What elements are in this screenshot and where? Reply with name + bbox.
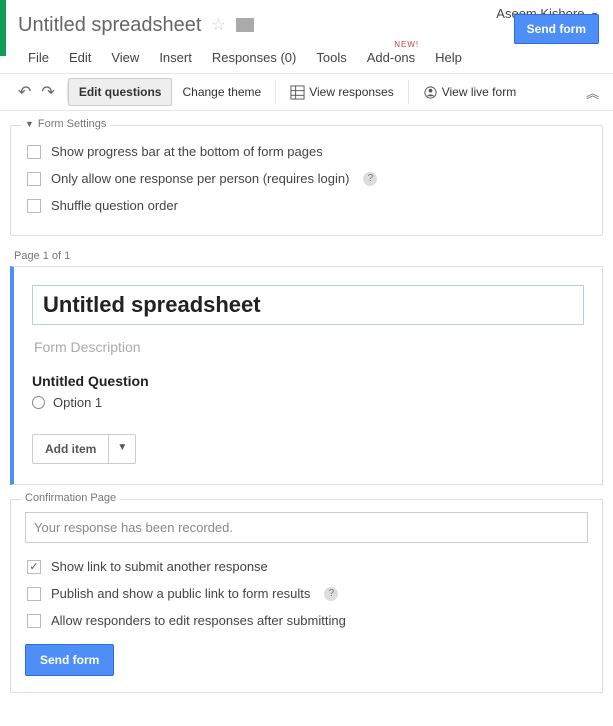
form-settings-label[interactable]: ▼ Form Settings <box>21 118 110 130</box>
page-label: Page 1 of 1 <box>10 250 603 262</box>
toolbar: ↶ ↷ Edit questions Change theme View res… <box>0 73 613 111</box>
caret-down-icon: ▼ <box>25 119 34 129</box>
add-item-button[interactable]: Add item ▼ <box>32 434 136 464</box>
collapse-toolbar-icon[interactable]: ︽ <box>586 83 599 102</box>
view-live-form-label: View live form <box>442 85 516 99</box>
show-link-label: Show link to submit another response <box>51 559 268 574</box>
send-form-button-top[interactable]: Send form <box>514 14 599 44</box>
allow-edit-label: Allow responders to edit responses after… <box>51 613 346 628</box>
confirmation-label: Confirmation Page <box>21 492 120 504</box>
menu-bar: File Edit View Insert Responses (0) Tool… <box>18 44 599 73</box>
publish-checkbox[interactable] <box>27 587 41 601</box>
radio-icon <box>32 396 45 409</box>
edit-questions-button[interactable]: Edit questions <box>68 78 173 106</box>
allow-edit-checkbox[interactable] <box>27 614 41 628</box>
globe-person-icon <box>423 85 438 100</box>
publish-label: Publish and show a public link to form r… <box>51 586 310 601</box>
change-theme-button[interactable]: Change theme <box>172 79 271 105</box>
folder-icon[interactable] <box>236 18 254 32</box>
menu-view[interactable]: View <box>101 48 149 67</box>
add-item-dropdown-icon[interactable]: ▼ <box>109 435 135 463</box>
spreadsheet-icon <box>290 85 305 100</box>
menu-responses[interactable]: Responses (0) <box>202 48 307 67</box>
progress-bar-checkbox[interactable] <box>27 145 41 159</box>
form-title-input[interactable] <box>32 285 584 325</box>
star-icon[interactable]: ☆ <box>207 15 229 35</box>
one-response-label: Only allow one response per person (requ… <box>51 171 349 186</box>
undo-icon[interactable]: ↶ <box>18 82 31 102</box>
page-section: Page 1 of 1 Form Description Untitled Qu… <box>10 250 603 485</box>
shuffle-label: Shuffle question order <box>51 198 178 213</box>
menu-file[interactable]: File <box>18 48 59 67</box>
view-responses-label: View responses <box>309 85 394 99</box>
menu-insert[interactable]: Insert <box>149 48 202 67</box>
form-settings-section: ▼ Form Settings Show progress bar at the… <box>10 125 603 236</box>
confirmation-section: Confirmation Page Show link to submit an… <box>10 499 603 693</box>
form-description[interactable]: Form Description <box>32 325 584 373</box>
confirmation-message-input[interactable] <box>25 512 588 543</box>
menu-addons[interactable]: NEW! Add-ons <box>357 48 425 67</box>
form-card: Form Description Untitled Question Optio… <box>10 266 603 485</box>
option-label: Option 1 <box>53 395 102 410</box>
view-responses-button[interactable]: View responses <box>280 79 404 106</box>
toolbar-separator <box>408 80 409 104</box>
help-icon[interactable]: ? <box>324 587 338 601</box>
menu-help[interactable]: Help <box>425 48 472 67</box>
help-icon[interactable]: ? <box>363 172 377 186</box>
one-response-checkbox[interactable] <box>27 172 41 186</box>
question-option-row[interactable]: Option 1 <box>32 395 584 410</box>
progress-bar-label: Show progress bar at the bottom of form … <box>51 144 323 159</box>
show-link-checkbox[interactable] <box>27 560 41 574</box>
new-badge: NEW! <box>394 40 419 49</box>
shuffle-checkbox[interactable] <box>27 199 41 213</box>
send-form-button-bottom[interactable]: Send form <box>25 644 114 676</box>
toolbar-separator <box>275 80 276 104</box>
question-title[interactable]: Untitled Question <box>32 373 584 395</box>
view-live-form-button[interactable]: View live form <box>413 79 526 106</box>
menu-tools[interactable]: Tools <box>306 48 356 67</box>
header: Untitled spreadsheet ☆ Aseem Kishore ▼ S… <box>0 0 613 73</box>
document-title[interactable]: Untitled spreadsheet <box>18 14 207 37</box>
add-item-label: Add item <box>33 435 109 463</box>
menu-edit[interactable]: Edit <box>59 48 101 67</box>
menu-addons-label: Add-ons <box>367 50 415 65</box>
redo-icon[interactable]: ↷ <box>41 82 54 102</box>
